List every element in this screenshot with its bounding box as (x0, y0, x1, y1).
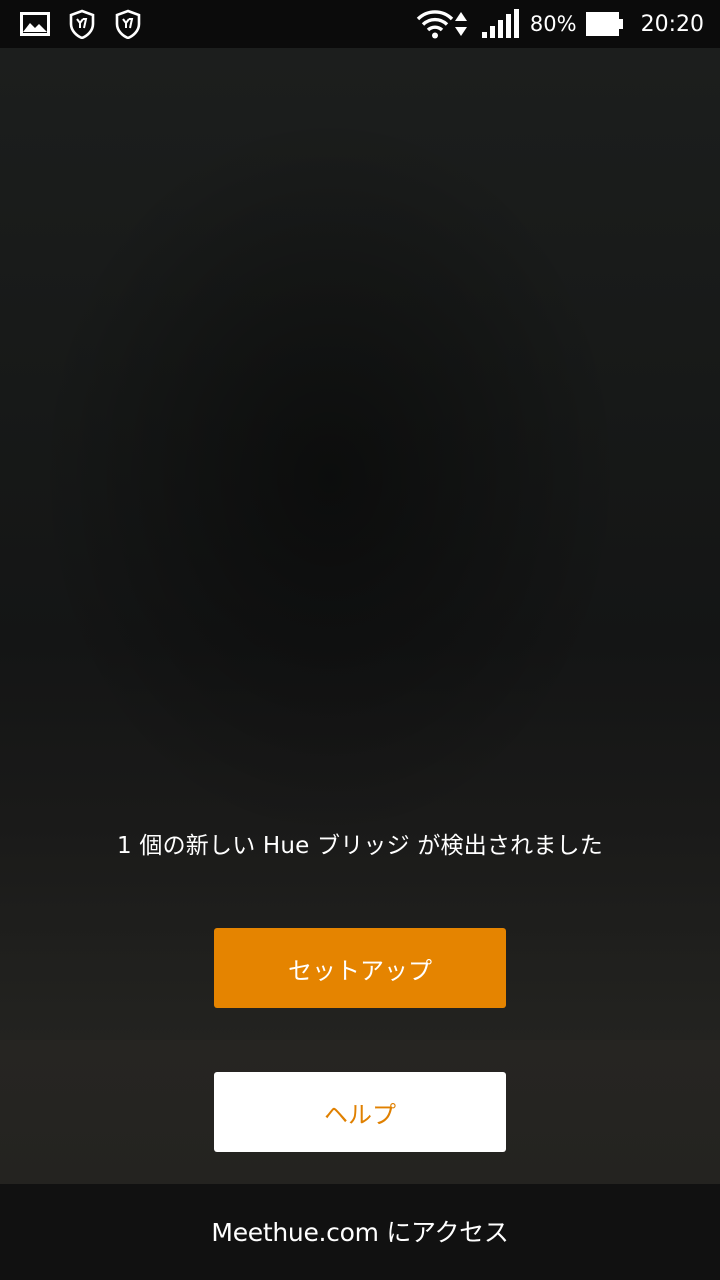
shield-y-icon (115, 9, 141, 39)
battery-percent: 80% (529, 12, 577, 36)
setup-button[interactable]: セットアップ (214, 928, 506, 1008)
wifi-icon (416, 10, 454, 39)
data-arrows-icon (454, 12, 467, 36)
gallery-icon (20, 12, 50, 36)
help-button[interactable]: ヘルプ (214, 1072, 506, 1152)
notification-icons (20, 0, 142, 48)
signal-icon (481, 9, 519, 38)
shield-y-icon (69, 9, 95, 39)
bridge-found-message: 1 個の新しい Hue ブリッジ が検出されました (117, 833, 603, 859)
status-bar: 80% 20:20 (0, 0, 720, 48)
footer: Meethue.com にアクセス (0, 1184, 720, 1280)
hero-background (0, 48, 720, 1040)
meethue-link[interactable]: Meethue.com にアクセス (211, 1213, 508, 1249)
battery-icon (585, 12, 623, 36)
screen: 80% 20:20 1 個の新しい Hue ブリッジ が検出されました セットア… (0, 0, 720, 1280)
clock: 20:20 (640, 11, 704, 37)
system-icons: 80% 20:20 (416, 0, 704, 48)
